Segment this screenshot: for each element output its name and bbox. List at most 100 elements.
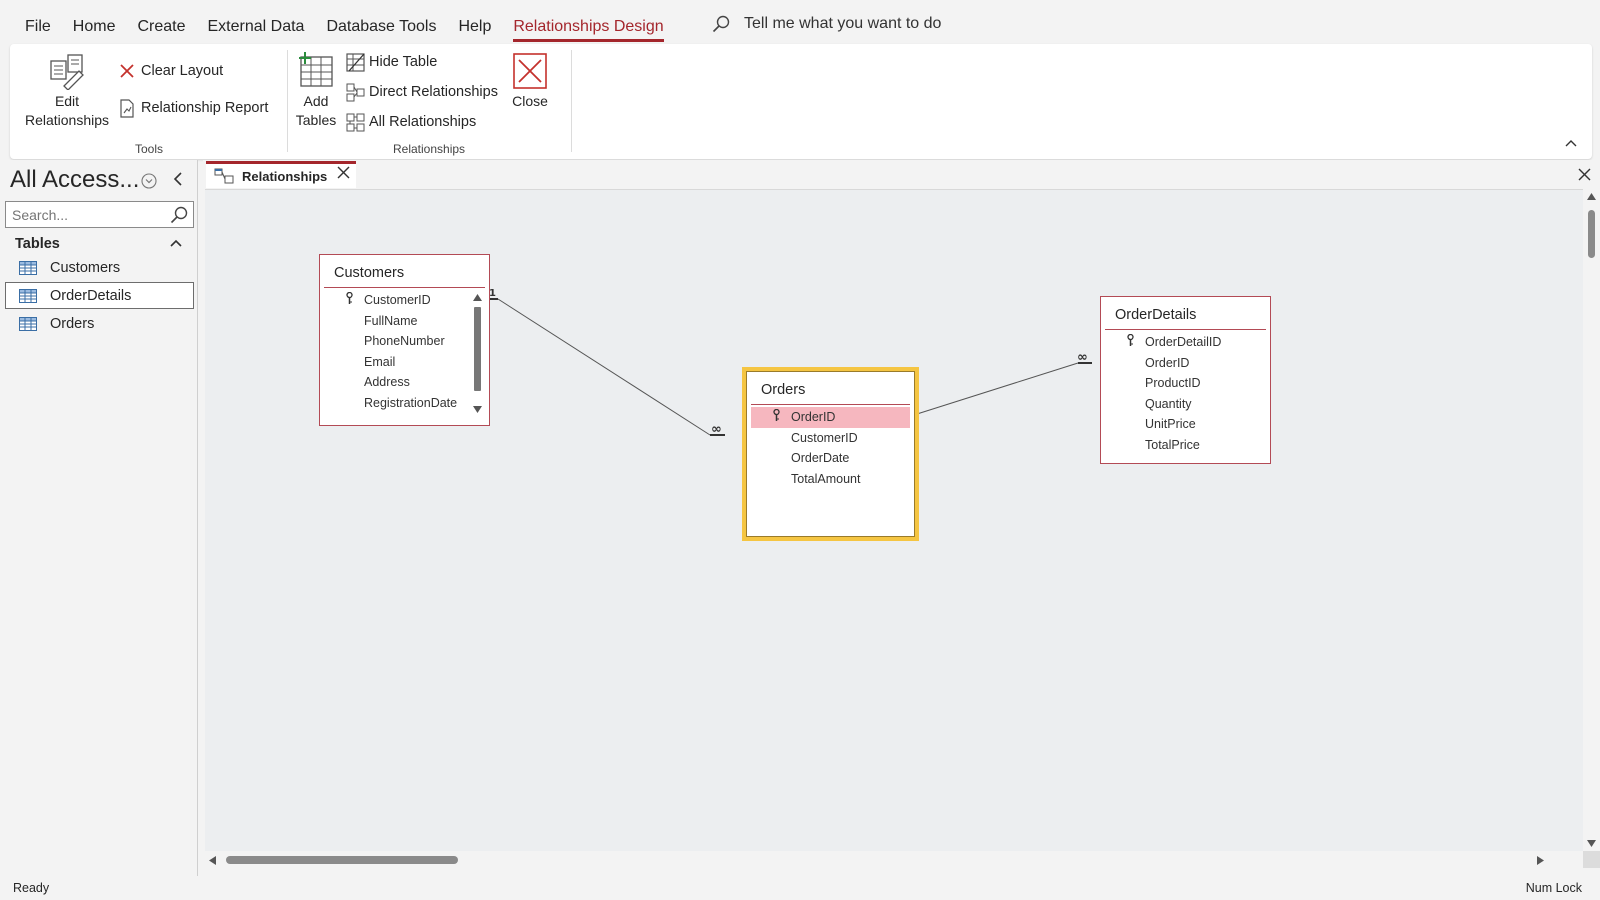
relationships-canvas[interactable]: 1 ∞ 1 ∞ Customers CustomerID FullName Ph…	[205, 189, 1583, 851]
field-name: UnitPrice	[1145, 417, 1196, 431]
menu-external-data[interactable]: External Data	[197, 0, 316, 44]
horizontal-scrollbar[interactable]	[205, 851, 1583, 868]
table-window-orders[interactable]: Orders OrderID CustomerID OrderDate Tota…	[742, 367, 919, 541]
field-row[interactable]: OrderDate	[751, 448, 910, 469]
field-row[interactable]: Address	[324, 372, 485, 393]
field-row[interactable]: CustomerID	[324, 290, 485, 311]
num-lock-indicator: Num Lock	[1525, 881, 1582, 895]
field-name: PhoneNumber	[364, 334, 445, 348]
field-row[interactable]: Email	[324, 352, 485, 373]
menu-database-tools[interactable]: Database Tools	[315, 0, 447, 44]
document-area: Relationships 1 ∞ 1 ∞ Customers	[203, 160, 1600, 876]
scroll-left-arrow-icon[interactable]	[208, 855, 217, 866]
key-icon	[773, 409, 780, 421]
chevron-up-icon[interactable]	[169, 238, 183, 248]
hide-table-label: Hide Table	[369, 54, 438, 70]
menu-create[interactable]: Create	[126, 0, 196, 44]
scroll-up-arrow-icon[interactable]	[1586, 192, 1597, 201]
edit-relationships-label: Edit Relationships	[24, 93, 110, 128]
field-row[interactable]: OrderDetailID	[1105, 332, 1266, 353]
table-window-customers[interactable]: Customers CustomerID FullName PhoneNumbe…	[319, 254, 490, 426]
nav-item-orders[interactable]: Orders	[5, 310, 194, 337]
vertical-scrollbar[interactable]	[1583, 189, 1600, 851]
add-tables-button[interactable]: Add Tables	[290, 52, 342, 130]
menu-relationships-design-label: Relationships Design	[513, 18, 664, 42]
field-name: OrderID	[791, 410, 836, 424]
search-icon[interactable]	[170, 206, 188, 224]
close-button[interactable]: Close	[506, 52, 554, 111]
nav-dropdown-icon[interactable]	[141, 173, 157, 189]
table-icon	[19, 260, 37, 275]
tab-close-icon[interactable]	[337, 166, 350, 179]
relationship-customers-orders[interactable]	[485, 298, 725, 436]
nav-pane-title[interactable]: All Access...	[10, 166, 139, 194]
vertical-scroll-thumb[interactable]	[1588, 210, 1595, 258]
tell-me-text: Tell me what you want to do	[744, 15, 942, 32]
field-row[interactable]: CustomerID	[751, 428, 910, 449]
field-name: OrderDetailID	[1145, 335, 1222, 349]
key-icon	[1127, 334, 1134, 346]
field-row[interactable]: PhoneNumber	[324, 331, 485, 352]
field-row[interactable]: FullName	[324, 311, 485, 332]
edit-relationships-button[interactable]: Edit Relationships	[24, 52, 110, 130]
table-title[interactable]: OrderDetails	[1105, 297, 1266, 330]
clear-layout-button[interactable]: Clear Layout	[117, 59, 223, 83]
relationship-orders-orderdetails[interactable]	[903, 362, 1092, 415]
scroll-right-arrow-icon[interactable]	[1536, 855, 1545, 866]
clear-layout-label: Clear Layout	[141, 63, 224, 79]
direct-relationships-button[interactable]: Direct Relationships	[345, 80, 498, 104]
shutter-bar-chevron-left-icon[interactable]	[172, 171, 184, 187]
field-name: RegistrationDate	[364, 395, 458, 410]
tab-label: Relationships	[242, 168, 328, 184]
collapse-ribbon-icon[interactable]	[1564, 138, 1578, 148]
field-name: OrderDate	[791, 451, 850, 465]
nav-search-input[interactable]	[5, 201, 194, 228]
edit-relationships-icon	[50, 54, 84, 90]
scroll-down-arrow-icon[interactable]	[1586, 839, 1597, 848]
menu-file[interactable]: File	[0, 0, 62, 44]
field-row-selected[interactable]: OrderID	[751, 407, 910, 428]
field-row[interactable]: ProductID	[1105, 373, 1266, 394]
menu-help[interactable]: Help	[447, 0, 502, 44]
menu-relationships-design[interactable]: Relationships Design	[502, 0, 674, 44]
close-document-icon[interactable]	[1578, 168, 1591, 181]
tab-relationships[interactable]: Relationships	[206, 161, 356, 188]
cardinality-many-label: ∞	[1077, 350, 1088, 365]
table-icon	[19, 316, 37, 331]
all-relationships-button[interactable]: All Relationships	[345, 110, 476, 134]
nav-item-label: Customers	[50, 259, 121, 276]
table-scrollbar[interactable]	[472, 291, 483, 417]
relationships-icon	[214, 168, 234, 184]
field-row[interactable]: UnitPrice	[1105, 414, 1266, 435]
nav-item-orderdetails[interactable]: OrderDetails	[5, 282, 194, 309]
field-list: OrderDetailID OrderID ProductID Quantity…	[1101, 330, 1270, 455]
table-title[interactable]: Customers	[324, 255, 485, 288]
table-title[interactable]: Orders	[751, 372, 910, 405]
field-row[interactable]: Quantity	[1105, 394, 1266, 415]
field-row[interactable]: RegistrationDate	[324, 393, 485, 414]
horizontal-scroll-thumb[interactable]	[226, 856, 458, 864]
ribbon-separator	[571, 50, 572, 152]
field-row[interactable]: OrderID	[1105, 353, 1266, 374]
field-row[interactable]: TotalPrice	[1105, 435, 1266, 456]
menu-home[interactable]: Home	[62, 0, 127, 44]
report-icon	[119, 98, 134, 118]
cardinality-many-label: ∞	[711, 422, 722, 437]
nav-group-tables[interactable]: Tables	[15, 236, 60, 252]
table-window-orderdetails[interactable]: OrderDetails OrderDetailID OrderID Produ…	[1100, 296, 1271, 464]
nav-item-customers[interactable]: Customers	[5, 254, 194, 281]
field-row[interactable]: TotalAmount	[751, 469, 910, 490]
field-name: TotalPrice	[1145, 437, 1200, 452]
nav-item-label: OrderDetails	[50, 287, 132, 304]
field-name: CustomerID	[364, 293, 431, 307]
relationship-report-button[interactable]: Relationship Report	[117, 96, 268, 120]
nav-item-label: Orders	[50, 315, 95, 332]
field-name: Email	[364, 354, 396, 369]
scroll-corner	[1583, 851, 1600, 868]
field-name: OrderID	[1145, 355, 1190, 370]
direct-relationships-icon	[346, 83, 364, 101]
hide-table-button[interactable]: Hide Table	[345, 50, 437, 74]
hide-table-icon	[345, 52, 365, 72]
field-name: FullName	[364, 313, 418, 328]
tell-me-box[interactable]: Tell me what you want to do	[712, 15, 941, 33]
